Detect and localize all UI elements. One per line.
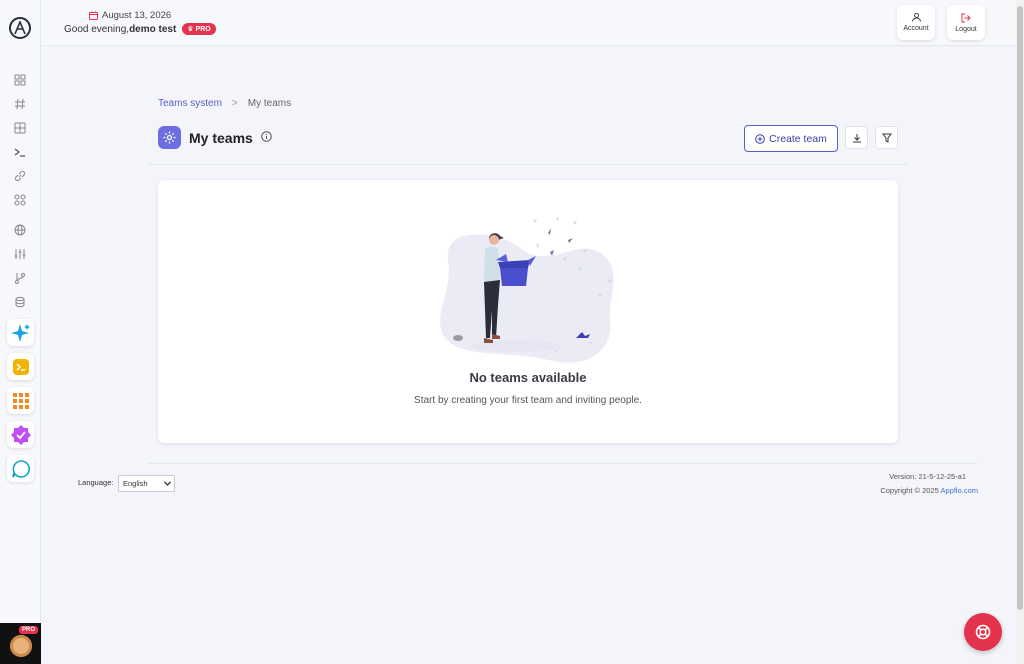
- breadcrumb-teams-system[interactable]: Teams system: [158, 98, 222, 109]
- account-label: Account: [903, 25, 929, 32]
- breadcrumb-current: My teams: [247, 98, 292, 109]
- sliders-icon[interactable]: [13, 247, 27, 261]
- check-badge-app-icon[interactable]: [7, 421, 34, 448]
- sparkle-app-icon[interactable]: [7, 319, 34, 346]
- database-icon[interactable]: [13, 295, 27, 309]
- page-title: My teams: [189, 129, 253, 146]
- account-button[interactable]: Account: [897, 5, 935, 40]
- pro-badge: ♛ PRO: [182, 23, 216, 35]
- language-label: Language:: [78, 478, 114, 487]
- language-select[interactable]: English: [118, 475, 175, 492]
- logout-button[interactable]: Logout: [947, 5, 985, 40]
- date-display: August 13, 2026: [89, 10, 171, 21]
- plus-circle-icon: [755, 133, 765, 144]
- terminal-icon[interactable]: [13, 145, 27, 159]
- breadcrumb-separator: >: [231, 98, 238, 109]
- date-text: August 13, 2026: [102, 10, 172, 21]
- chevron-down-icon: [164, 481, 171, 486]
- apps-grid-icon[interactable]: [7, 387, 34, 414]
- copyright-prefix: Copyright © 2025: [880, 486, 941, 495]
- integration-icon[interactable]: [13, 193, 27, 207]
- create-team-button[interactable]: Create team: [744, 125, 838, 152]
- logout-label: Logout: [955, 25, 977, 33]
- user-icon: [911, 13, 921, 22]
- scrollbar-thumb[interactable]: [1017, 6, 1023, 610]
- download-button[interactable]: [845, 126, 868, 149]
- empty-state-title: No teams available: [469, 370, 587, 385]
- link-icon[interactable]: [13, 169, 27, 183]
- filter-icon: [881, 133, 892, 143]
- console-app-icon[interactable]: [7, 353, 34, 380]
- copyright: Copyright © 2025 Appflo.com: [880, 486, 978, 495]
- empty-teams-illustration-icon: [440, 217, 614, 363]
- page-header: My teams: [158, 126, 272, 149]
- copyright-brand-link[interactable]: Appflo.com: [940, 486, 978, 495]
- branch-icon[interactable]: [13, 271, 27, 285]
- avatar-pro-badge: PRO: [18, 626, 38, 634]
- crown-icon: ♛: [187, 26, 196, 33]
- version-text: Version: 21-5-12-25-a1: [889, 472, 966, 481]
- lifebuoy-icon: [975, 624, 991, 640]
- app-logo-icon[interactable]: [9, 17, 31, 39]
- user-name: demo test: [129, 23, 177, 35]
- greeting-prefix: Good evening,: [64, 23, 130, 35]
- dashboard-icon[interactable]: [13, 73, 27, 87]
- empty-state-card: No teams available Start by creating you…: [158, 180, 898, 443]
- top-header: August 13, 2026 Good evening,demo test ♛…: [41, 0, 1016, 46]
- language-value: English: [123, 479, 148, 488]
- logout-icon: [961, 13, 971, 22]
- chat-app-icon[interactable]: [7, 455, 34, 482]
- empty-state-subtitle: Start by creating your first team and in…: [414, 395, 642, 406]
- help-button[interactable]: [964, 613, 1002, 651]
- footer-divider: [148, 463, 978, 464]
- create-team-label: Create team: [769, 132, 827, 145]
- breadcrumb: Teams system > My teams: [158, 98, 291, 109]
- sidebar: PRO: [0, 0, 41, 664]
- header-divider: [148, 164, 908, 165]
- user-avatar[interactable]: PRO: [0, 623, 41, 664]
- globe-icon[interactable]: [13, 223, 27, 237]
- info-icon[interactable]: [261, 129, 272, 147]
- calendar-icon: [89, 11, 98, 20]
- filter-button[interactable]: [875, 126, 898, 149]
- page-scrollbar[interactable]: [1016, 0, 1024, 664]
- settings-gear-icon: [158, 126, 181, 149]
- greeting: Good evening,demo test ♛ PRO: [64, 23, 216, 35]
- avatar-image: [10, 635, 32, 657]
- grid-icon[interactable]: [13, 121, 27, 135]
- download-icon: [852, 133, 861, 142]
- hash-icon[interactable]: [13, 97, 27, 111]
